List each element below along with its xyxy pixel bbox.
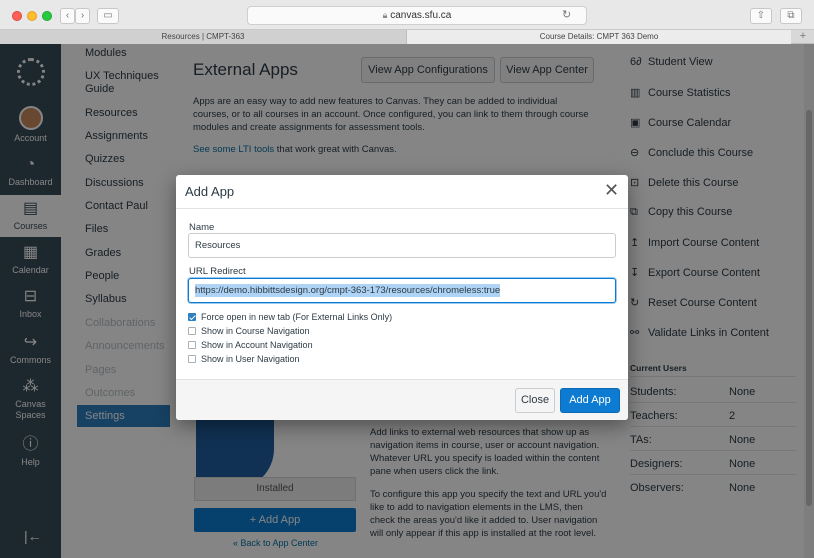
close-window-button[interactable] — [12, 11, 22, 21]
account-navigation-option[interactable]: Show in Account Navigation — [188, 340, 313, 351]
dialog-title: Add App — [185, 184, 235, 199]
tab-resources[interactable]: Resources | CMPT-363 — [0, 30, 407, 44]
user-navigation-option[interactable]: Show in User Navigation — [188, 354, 300, 365]
option-label: Force open in new tab (For External Link… — [201, 312, 393, 322]
back-arrow-icon[interactable]: ‹ — [60, 8, 75, 24]
add-app-submit-button[interactable]: Add App — [560, 388, 620, 413]
checkbox[interactable] — [188, 355, 196, 363]
option-label: Show in User Navigation — [201, 354, 300, 364]
address-text: canvas.sfu.ca — [390, 10, 452, 21]
url-redirect-label: URL Redirect — [189, 266, 246, 277]
zoom-window-button[interactable] — [42, 11, 52, 21]
force-new-tab-option[interactable]: Force open in new tab (For External Link… — [188, 312, 392, 323]
sidebar-toggle-icon[interactable]: ▭ — [97, 8, 119, 24]
new-tab-button[interactable]: + — [792, 30, 814, 44]
tab-bar: Resources | CMPT-363 Course Details: CMP… — [0, 30, 814, 44]
lock-icon: 🔒︎ — [382, 10, 388, 20]
option-label: Show in Account Navigation — [201, 340, 313, 350]
minimize-window-button[interactable] — [27, 11, 37, 21]
dialog-header: Add App ✕ — [176, 175, 628, 209]
forward-arrow-icon[interactable]: › — [75, 8, 90, 24]
name-field[interactable] — [188, 233, 616, 258]
reload-icon[interactable]: ↻ — [562, 8, 571, 21]
close-icon[interactable]: ✕ — [604, 181, 619, 199]
browser-toolbar: ‹ › ▭ ≡ 🔒︎ canvas.sfu.ca ↻ ⇧ ⧉ — [0, 0, 814, 30]
url-redirect-field[interactable]: https://demo.hibbittsdesign.org/cmpt-363… — [188, 278, 616, 303]
add-app-dialog: Add App ✕ Name URL Redirect https://demo… — [176, 175, 628, 420]
share-icon[interactable]: ⇧ — [750, 8, 772, 24]
checkbox[interactable] — [188, 327, 196, 335]
tab-course-details[interactable]: Course Details: CMPT 363 Demo — [407, 30, 791, 44]
close-button[interactable]: Close — [515, 388, 555, 413]
course-navigation-option[interactable]: Show in Course Navigation — [188, 326, 310, 337]
url-redirect-value: https://demo.hibbittsdesign.org/cmpt-363… — [195, 284, 501, 297]
checkbox-checked[interactable] — [188, 313, 196, 321]
name-label: Name — [189, 222, 215, 233]
address-bar[interactable]: 🔒︎ canvas.sfu.ca — [247, 6, 587, 25]
checkbox[interactable] — [188, 341, 196, 349]
tabs-overview-icon[interactable]: ⧉ — [780, 8, 802, 24]
option-label: Show in Course Navigation — [201, 326, 310, 336]
dialog-footer: Close Add App — [176, 379, 628, 420]
